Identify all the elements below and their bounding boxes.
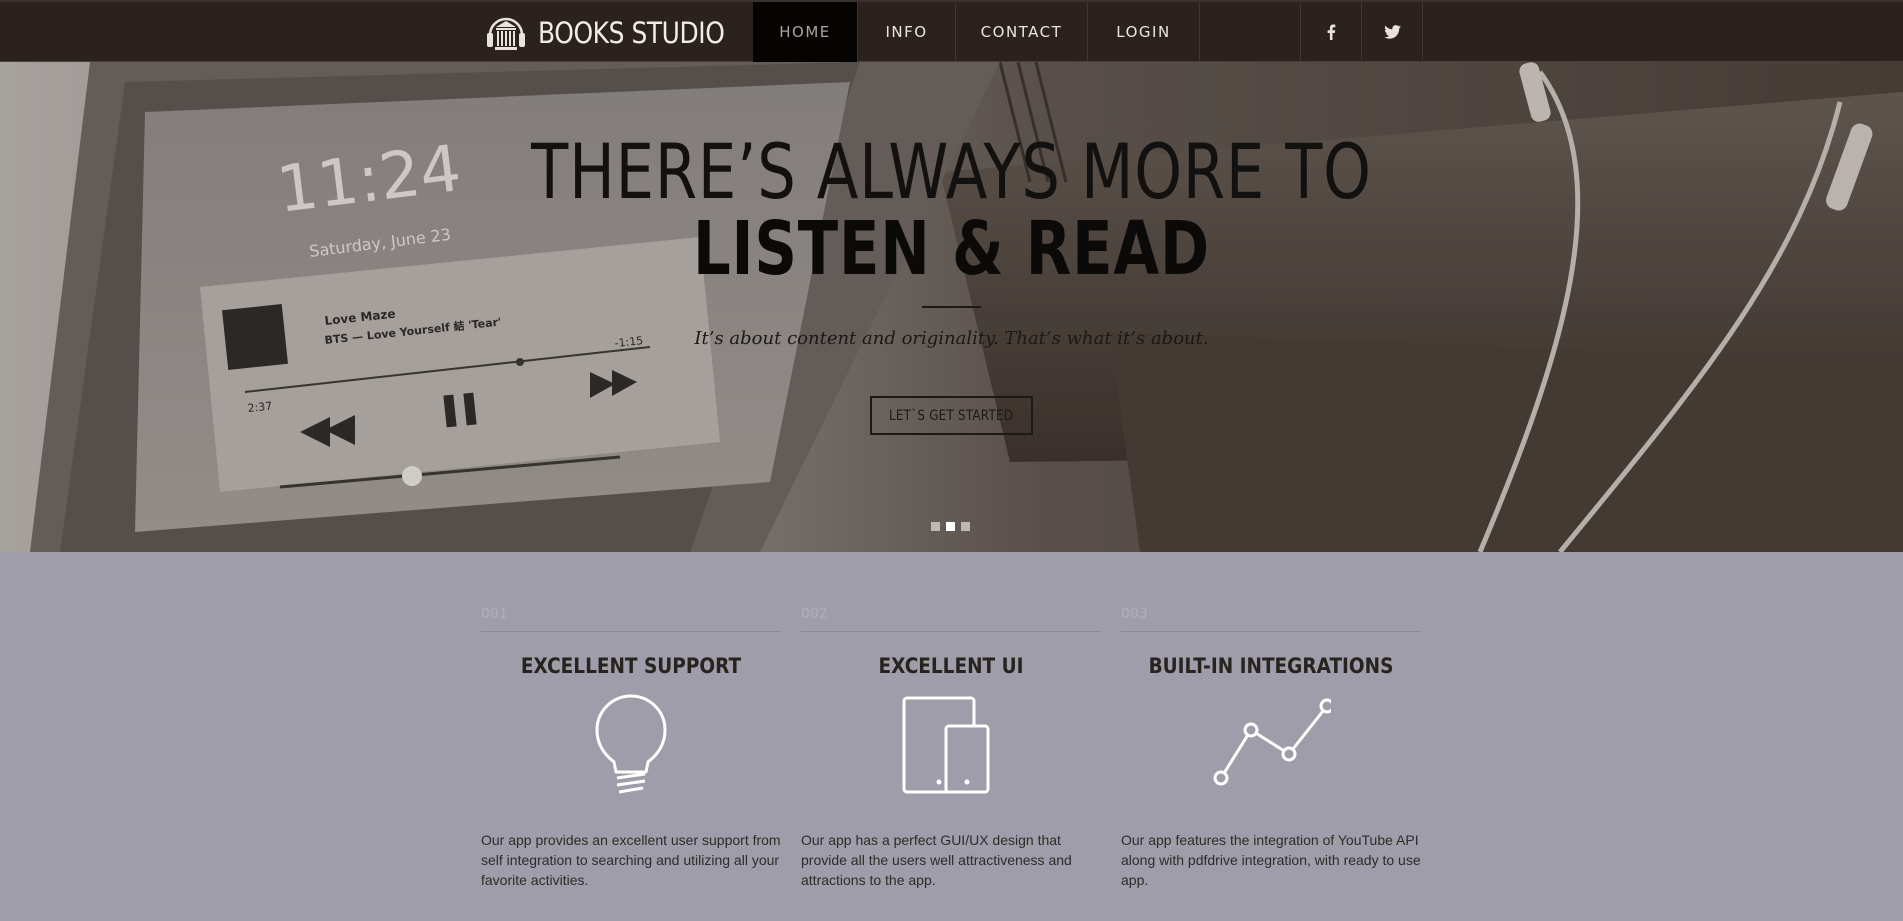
feature-card-ui: 002 EXCELLENT UI Our app has a perfect G… bbox=[801, 602, 1101, 902]
slider-pagination bbox=[931, 522, 970, 531]
slide-dot-1[interactable] bbox=[931, 522, 940, 531]
devices-icon bbox=[902, 696, 990, 794]
hero-divider bbox=[922, 306, 981, 308]
line-graph-icon bbox=[1213, 698, 1331, 786]
social-links bbox=[1300, 2, 1423, 62]
brand-logo-link[interactable]: BOOKS STUDIO bbox=[484, 6, 755, 60]
feature-title: EXCELLENT UI bbox=[878, 654, 1024, 678]
lightbulb-icon bbox=[595, 694, 667, 794]
facebook-link[interactable] bbox=[1301, 2, 1362, 62]
get-started-label: LET`S GET STARTED bbox=[889, 407, 1014, 424]
feature-number: 001 bbox=[481, 602, 781, 632]
feature-title: EXCELLENT SUPPORT bbox=[520, 654, 742, 678]
facebook-icon bbox=[1327, 24, 1336, 40]
twitter-icon bbox=[1383, 25, 1401, 39]
nav-item-contact[interactable]: CONTACT bbox=[956, 2, 1088, 62]
top-navbar: BOOKS STUDIO HOME INFO CONTACT LOGIN bbox=[0, 0, 1903, 62]
feature-card-integrations: 003 BUILT-IN INTEGRATIONS Our app featur… bbox=[1121, 602, 1421, 902]
get-started-button[interactable]: LET`S GET STARTED bbox=[870, 396, 1033, 435]
hero-slider: 11:24 Saturday, June 23 Love Maze BTS — … bbox=[0, 62, 1903, 552]
features-section: 001 EXCELLENT SUPPORT Our app provides a… bbox=[481, 602, 1421, 902]
hero-title-line-1: THERE’S ALWAYS MORE TO bbox=[531, 127, 1372, 216]
main-nav: HOME INFO CONTACT LOGIN bbox=[753, 2, 1200, 62]
brand-name: BOOKS STUDIO bbox=[538, 16, 725, 50]
feature-title: BUILT-IN INTEGRATIONS bbox=[1148, 654, 1394, 678]
slide-dot-3[interactable] bbox=[961, 522, 970, 531]
nav-item-home[interactable]: HOME bbox=[753, 2, 858, 62]
feature-number: 003 bbox=[1121, 602, 1421, 632]
twitter-link[interactable] bbox=[1362, 2, 1423, 62]
hero-title-line-2: LISTEN & READ bbox=[693, 206, 1210, 292]
library-headphones-icon bbox=[487, 17, 525, 50]
feature-description: Our app features the integration of YouT… bbox=[1121, 832, 1421, 888]
feature-number: 002 bbox=[801, 602, 1101, 632]
feature-card-support: 001 EXCELLENT SUPPORT Our app provides a… bbox=[481, 602, 781, 902]
nav-item-login[interactable]: LOGIN bbox=[1088, 2, 1200, 62]
feature-description: Our app has a perfect GUI/UX design that… bbox=[801, 832, 1072, 888]
feature-description: Our app provides an excellent user suppo… bbox=[481, 832, 781, 888]
slide-dot-2[interactable] bbox=[946, 522, 955, 531]
nav-item-info[interactable]: INFO bbox=[858, 2, 956, 62]
hero-subtitle: It’s about content and originality. That… bbox=[694, 328, 1209, 349]
